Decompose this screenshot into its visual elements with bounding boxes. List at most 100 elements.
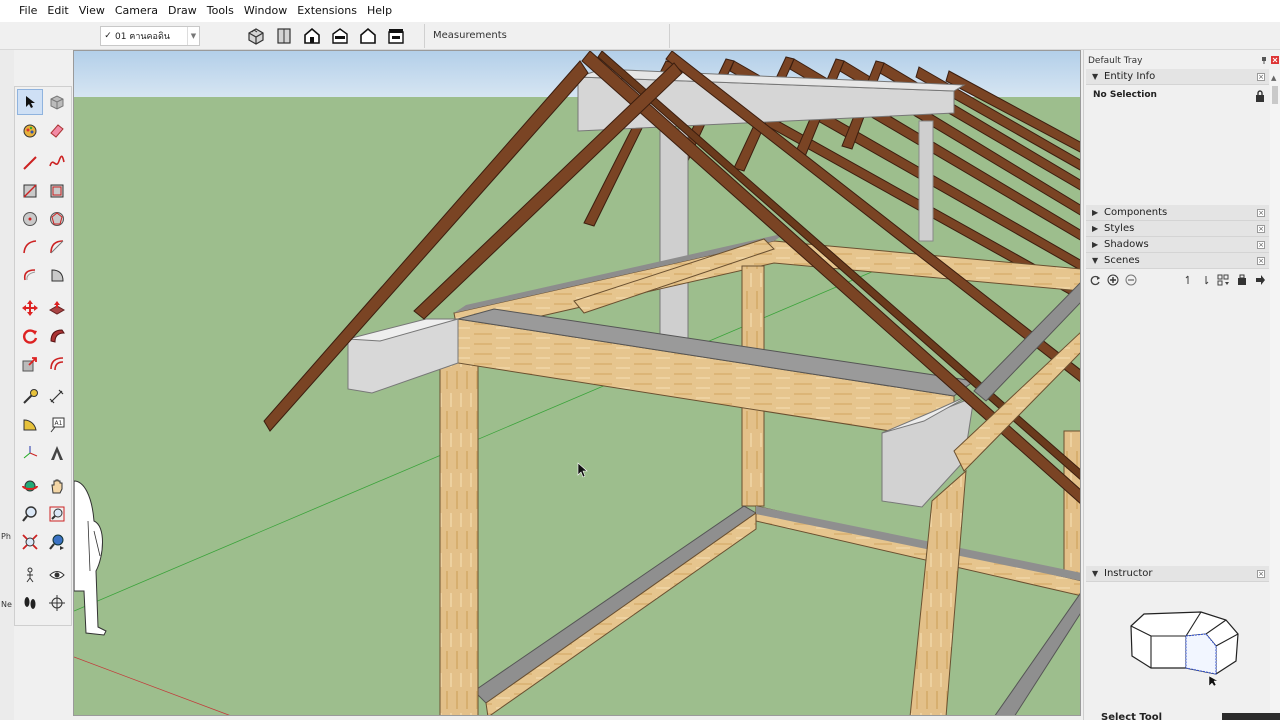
rectangle-tool-button[interactable]	[18, 179, 42, 203]
panel-shadows[interactable]: ▶ Shadows ×	[1086, 237, 1269, 253]
refresh-scene-button[interactable]	[1086, 271, 1104, 289]
iso-view-button[interactable]	[245, 25, 267, 47]
view-options-button[interactable]	[1215, 271, 1233, 289]
scene-menu-button[interactable]	[1251, 271, 1269, 289]
freehand-tool-button[interactable]	[45, 151, 69, 175]
panel-components[interactable]: ▶ Components ×	[1086, 205, 1269, 221]
axes-tool-button[interactable]	[18, 441, 42, 465]
move-scene-up-button[interactable]	[1179, 271, 1197, 289]
zoom-extents-icon	[22, 534, 38, 550]
remove-scene-button[interactable]	[1122, 271, 1140, 289]
close-icon[interactable]: ×	[1257, 570, 1265, 578]
pan-tool-icon	[51, 479, 63, 494]
back-view-button[interactable]	[357, 25, 379, 47]
rotated-rectangle-button[interactable]	[45, 179, 69, 203]
chevron-down-icon[interactable]: ▼	[187, 27, 199, 45]
text-tool-button[interactable]: A1	[45, 413, 69, 437]
expand-triangle-icon: ▶	[1092, 224, 1099, 233]
follow-me-button[interactable]	[45, 324, 69, 348]
lock-icon[interactable]	[1255, 90, 1265, 102]
close-icon[interactable]: ×	[1257, 225, 1265, 233]
menu-extensions[interactable]: Extensions	[292, 0, 362, 22]
polygon-tool-button[interactable]	[45, 207, 69, 231]
zoom-window-icon	[49, 506, 65, 522]
close-icon[interactable]: ×	[1257, 209, 1265, 217]
panel-scenes[interactable]: ▼ Scenes ×	[1086, 253, 1269, 269]
panel-instructor[interactable]: ▼ Instructor ×	[1086, 566, 1269, 582]
position-camera-button[interactable]	[18, 563, 42, 587]
paint-bucket-button[interactable]	[18, 118, 42, 142]
layer-select[interactable]: ✓ 01 ฅานคอดิน ▼	[100, 26, 200, 46]
left-edge-strip: Ph Ne	[0, 50, 14, 720]
select-tool-button[interactable]	[17, 89, 43, 115]
zoom-tool-button[interactable]	[18, 502, 42, 526]
close-icon[interactable]: ×	[1257, 257, 1265, 265]
two-point-arc-button[interactable]	[45, 235, 69, 259]
instructor-illustration	[1130, 611, 1239, 686]
front-view-button[interactable]	[301, 25, 323, 47]
walk-tool-button[interactable]	[18, 591, 42, 615]
collapse-triangle-icon: ▼	[1092, 72, 1099, 81]
dimension-tool-button[interactable]	[45, 385, 69, 409]
right-view-button[interactable]	[329, 25, 351, 47]
collapse-triangle-icon: ▼	[1092, 569, 1099, 578]
protractor-button[interactable]	[18, 413, 42, 437]
line-tool-button[interactable]	[18, 151, 42, 175]
expand-triangle-icon: ▶	[1092, 240, 1099, 249]
check-icon: ✓	[104, 31, 112, 41]
model-viewport[interactable]	[73, 50, 1081, 716]
pin-icon[interactable]	[1260, 56, 1268, 64]
zoom-extents-button[interactable]	[18, 530, 42, 554]
menu-camera[interactable]: Camera	[110, 0, 163, 22]
move-scene-down-button[interactable]	[1197, 271, 1215, 289]
scroll-up-icon[interactable]: ▲	[1271, 74, 1276, 82]
menu-window[interactable]: Window	[239, 0, 292, 22]
make-component-button[interactable]	[45, 90, 69, 114]
tape-measure-button[interactable]	[18, 385, 42, 409]
details-icon	[1238, 274, 1246, 285]
top-view-button[interactable]	[273, 25, 295, 47]
zoom-window-button[interactable]	[45, 502, 69, 526]
menu-draw[interactable]: Draw	[163, 0, 202, 22]
left-view-button[interactable]	[385, 25, 407, 47]
offset-tool-button[interactable]	[45, 352, 69, 376]
scene-details-button[interactable]	[1233, 271, 1251, 289]
scale-tool-button[interactable]	[18, 352, 42, 376]
panel-styles[interactable]: ▶ Styles ×	[1086, 221, 1269, 237]
walk-tool-icon	[24, 597, 36, 609]
scale-tool-icon	[22, 357, 37, 372]
scroll-thumb[interactable]	[1272, 86, 1278, 104]
panel-entity-info[interactable]: ▼ Entity Info ×	[1086, 69, 1269, 85]
3d-text-button[interactable]	[45, 441, 69, 465]
pan-tool-button[interactable]	[45, 474, 69, 498]
pie-tool-button[interactable]	[45, 263, 69, 287]
measurements-box[interactable]: Measurements	[424, 24, 670, 48]
rotate-tool-icon	[23, 329, 38, 344]
close-icon[interactable]: ×	[1257, 241, 1265, 249]
push-pull-button[interactable]	[45, 296, 69, 320]
arrow-down-icon	[1205, 276, 1209, 285]
close-icon[interactable]: ×	[1257, 73, 1265, 81]
previous-view-button[interactable]	[45, 530, 69, 554]
minus-circle-icon	[1125, 274, 1137, 286]
add-scene-button[interactable]	[1104, 271, 1122, 289]
three-point-arc-button[interactable]	[18, 263, 42, 287]
move-tool-button[interactable]	[18, 296, 42, 320]
section-plane-button[interactable]	[45, 591, 69, 615]
circle-tool-button[interactable]	[18, 207, 42, 231]
menu-help[interactable]: Help	[362, 0, 397, 22]
arc-tool-button[interactable]	[18, 235, 42, 259]
orbit-tool-button[interactable]	[18, 474, 42, 498]
look-around-button[interactable]	[45, 563, 69, 587]
tray-scrollbar[interactable]: ▲	[1270, 70, 1280, 710]
menu-view[interactable]: View	[74, 0, 110, 22]
menu-tools[interactable]: Tools	[202, 0, 239, 22]
menu-edit[interactable]: Edit	[42, 0, 73, 22]
menu-file[interactable]: File	[14, 0, 42, 22]
rotate-tool-button[interactable]	[18, 324, 42, 348]
close-tray-icon[interactable]	[1271, 56, 1279, 64]
eraser-button[interactable]	[45, 118, 69, 142]
eraser-icon	[50, 124, 64, 138]
rectangle-tool-icon	[23, 184, 37, 198]
selection-status: No Selection	[1093, 90, 1157, 100]
